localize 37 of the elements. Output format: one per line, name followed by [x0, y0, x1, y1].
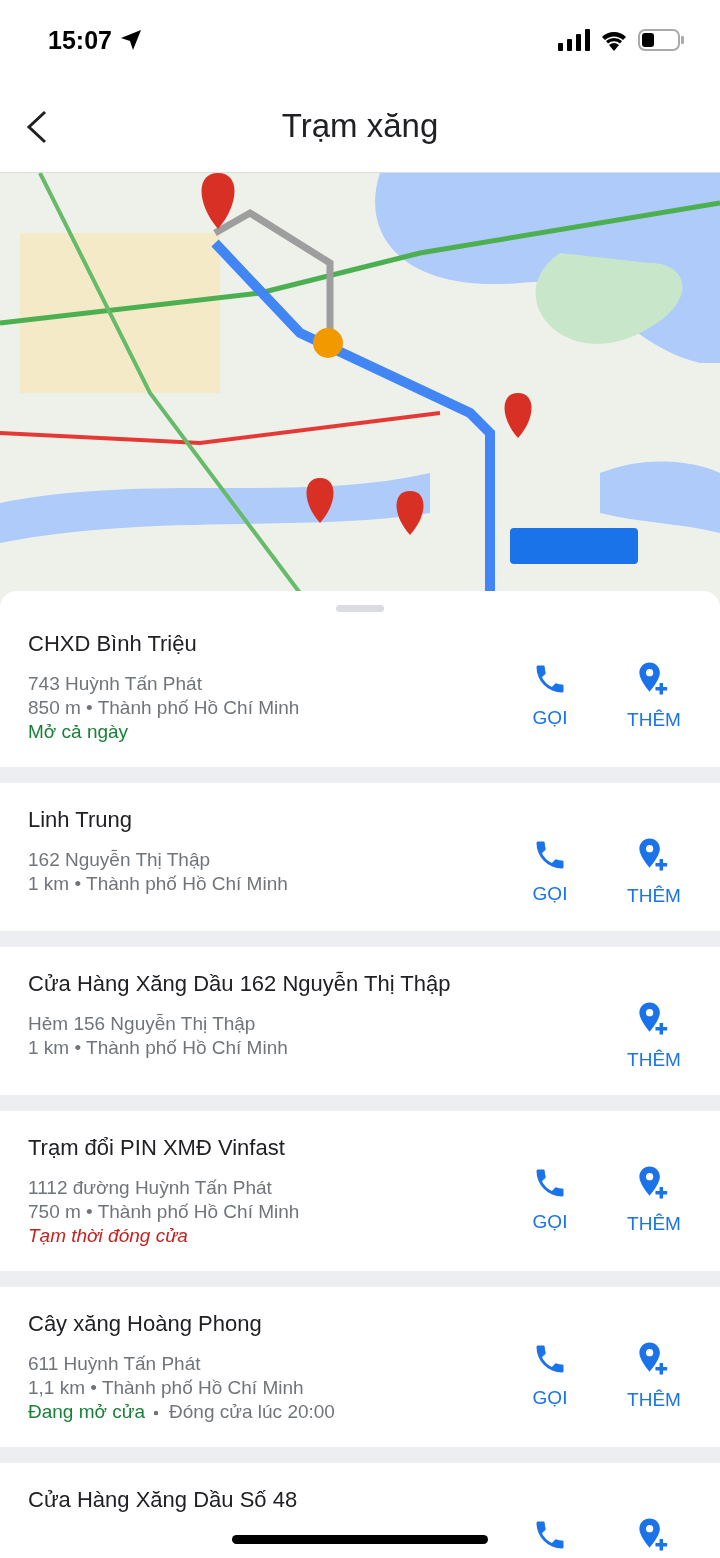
place-address: 162 Nguyễn Thị Thập — [28, 849, 212, 871]
place-name: CHXD Bình Triệu — [28, 631, 198, 657]
add-place-button[interactable]: THÊM — [616, 1341, 692, 1411]
battery-icon — [638, 29, 684, 51]
call-button[interactable]: GỌI — [512, 661, 588, 729]
opening-status: Đang mở cửa — [28, 1401, 146, 1423]
place-address: 611 Huỳnh Tấn Phát — [28, 1353, 202, 1375]
call-button[interactable]: GỌI — [512, 1341, 588, 1409]
drag-handle[interactable] — [336, 605, 384, 612]
place-distance: 1,1 km • Thành phố Hồ Chí Minh — [28, 1377, 305, 1399]
opening-status: Mở cả ngày — [28, 721, 129, 743]
place-distance: 1 km • Thành phố Hồ Chí Minh — [28, 873, 289, 895]
signal-icon — [558, 29, 590, 51]
place-address: 1112 đường Huỳnh Tấn Phát — [28, 1177, 273, 1199]
place-distance: 750 m • Thành phố Hồ Chí Minh — [28, 1201, 301, 1223]
place-name: Linh Trung — [28, 807, 133, 833]
add-place-button[interactable]: THÊM — [616, 837, 692, 907]
place-address: Hẻm 156 Nguyễn Thị Thập — [28, 1013, 257, 1035]
place-distance: 1 km • Thành phố Hồ Chí Minh — [28, 1037, 289, 1059]
call-button[interactable]: GỌI — [512, 837, 588, 905]
place-name: Cửa Hàng Xăng Dầu 162 Nguyễn Thị Thập — [28, 971, 452, 997]
add-place-button[interactable]: THÊM — [616, 1165, 692, 1235]
add-place-button[interactable]: THÊM — [616, 661, 692, 731]
call-button[interactable]: GỌI — [512, 1165, 588, 1233]
wifi-icon — [600, 29, 628, 51]
location-arrow-icon — [119, 29, 142, 51]
place-distance: 850 m • Thành phố Hồ Chí Minh — [28, 697, 301, 719]
place-name: Cửa Hàng Xăng Dầu Số 48 — [28, 1487, 299, 1513]
add-place-button[interactable]: THÊM — [616, 1001, 692, 1071]
closing-time: Đóng cửa lúc 20:00 — [153, 1401, 335, 1423]
place-name: Trạm đổi PIN XMĐ Vinfast — [28, 1135, 286, 1161]
place-address: 743 Huỳnh Tấn Phát — [28, 673, 203, 695]
place-name: Cây xăng Hoàng Phong — [28, 1311, 263, 1337]
opening-status: Tạm thời đóng cửa — [28, 1225, 188, 1247]
back-icon[interactable] — [26, 110, 48, 144]
page-title: Trạm xăng — [281, 107, 439, 145]
clock-time: 15:07 — [48, 25, 112, 55]
